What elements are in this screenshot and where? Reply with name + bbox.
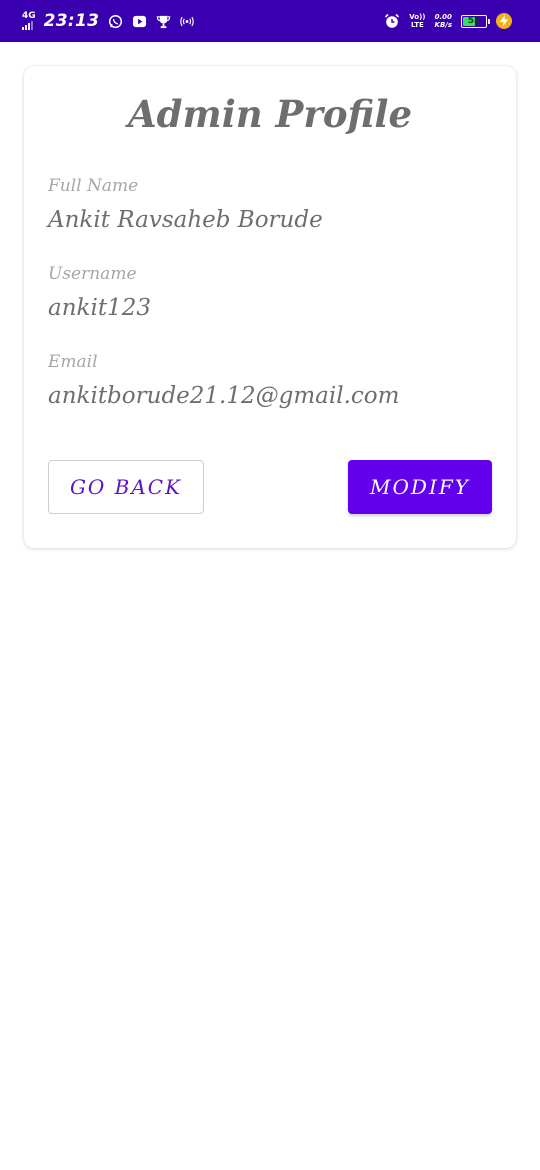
status-bar-right: Vo)) LTE 0.00 KB/s 55 <box>384 0 512 42</box>
full-name-label: Full Name <box>48 176 139 196</box>
username-label: Username <box>48 264 137 284</box>
whatsapp-icon <box>107 13 123 29</box>
email-value: ankitborude21.12@gmail.com <box>48 383 400 409</box>
full-name-value: Ankit Ravsaheb Borude <box>48 207 323 233</box>
hotspot-icon <box>179 13 195 29</box>
battery-level: 55 <box>467 16 481 26</box>
go-back-button[interactable]: GO BACK <box>48 460 204 514</box>
profile-card: Admin Profile Full Name Ankit Ravsaheb B… <box>24 66 516 548</box>
volte-indicator: Vo)) LTE <box>409 13 426 29</box>
trophy-icon <box>155 13 171 29</box>
network-speed: 0.00 KB/s <box>434 13 452 29</box>
modify-button[interactable]: MODIFY <box>348 460 492 514</box>
charging-icon <box>496 13 512 29</box>
clock: 23:13 <box>43 11 100 31</box>
email-label: Email <box>48 352 98 372</box>
alarm-icon <box>384 13 400 29</box>
username-value: ankit123 <box>48 295 151 321</box>
page-title: Admin Profile <box>127 92 413 136</box>
status-bar-left: 4G 23:13 <box>22 0 195 42</box>
battery-icon: 55 <box>461 14 490 28</box>
status-bar: 4G 23:13 Vo)) LTE 0.00 KB/s 55 <box>0 0 540 42</box>
signal-icon: 4G <box>22 12 36 30</box>
network-type: 4G <box>22 11 36 21</box>
youtube-icon <box>131 13 147 29</box>
